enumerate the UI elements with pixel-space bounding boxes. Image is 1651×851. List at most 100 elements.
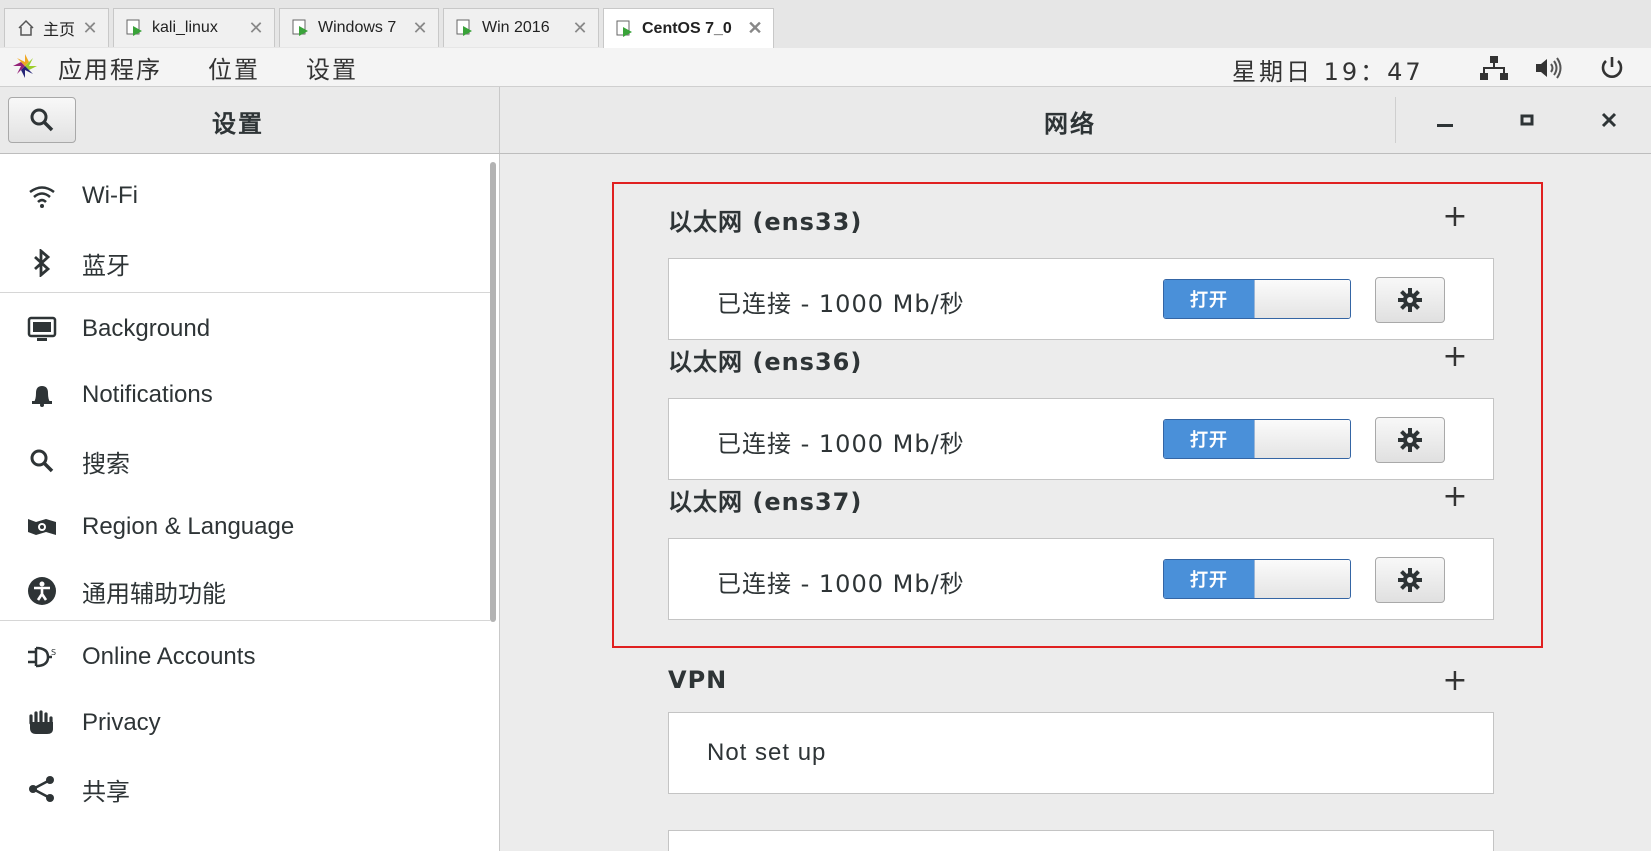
close-icon[interactable]: ✕ [410, 18, 430, 39]
vm-icon [124, 17, 146, 39]
gear-icon [1398, 288, 1422, 312]
tab-windows-7[interactable]: Windows 7 ✕ [279, 8, 439, 47]
centos-logo-icon[interactable] [10, 51, 42, 83]
ethernet-ens33-row: 已连接 - 1000 Mb/秒 打开 [668, 258, 1494, 340]
ethernet-ens33-settings-button[interactable] [1375, 277, 1445, 323]
ethernet-ens37-toggle[interactable]: 打开 [1163, 559, 1351, 599]
network-wired-icon[interactable] [1479, 54, 1509, 82]
bluetooth-icon [22, 247, 62, 279]
ethernet-ens33-toggle[interactable]: 打开 [1163, 279, 1351, 319]
online-accounts-icon: S [22, 641, 62, 673]
ethernet-ens36-settings-button[interactable] [1375, 417, 1445, 463]
sidebar-item-label: 共享 [82, 778, 130, 806]
ethernet-ens36-row: 已连接 - 1000 Mb/秒 打开 [668, 398, 1494, 480]
vm-icon [290, 17, 312, 39]
menu-places[interactable]: 位置 [208, 50, 260, 85]
background-icon [22, 313, 62, 345]
gear-icon [1398, 568, 1422, 592]
sidebar-item-background[interactable]: Background [0, 298, 490, 360]
clock[interactable]: 星期日 19：47 [1232, 52, 1424, 87]
home-icon [15, 17, 37, 39]
tab-home[interactable]: 主页 ✕ [4, 8, 109, 47]
ethernet-ens37-row: 已连接 - 1000 Mb/秒 打开 [668, 538, 1494, 620]
sidebar-item-label: Notifications [82, 381, 213, 408]
close-icon[interactable]: ✕ [745, 18, 765, 39]
close-icon[interactable]: ✕ [80, 18, 100, 39]
sidebar-divider [0, 292, 490, 293]
sidebar-item-label: 通用辅助功能 [82, 580, 226, 608]
tab-label: Win 2016 [482, 19, 550, 36]
sidebar-item-label: Privacy [82, 709, 161, 736]
svg-text:S: S [51, 648, 56, 657]
ethernet-ens36-title: 以太网 (ens36) [668, 348, 863, 376]
tab-label: Windows 7 [318, 19, 397, 36]
sidebar-item-privacy[interactable]: Privacy [0, 692, 490, 754]
header-separator [1395, 97, 1396, 143]
sidebar-item-accessibility[interactable]: 通用辅助功能 [0, 560, 490, 622]
bell-icon [22, 379, 62, 411]
vm-icon [454, 17, 476, 39]
add-connection-button[interactable]: + [1440, 482, 1470, 512]
sidebar-item-label: Region & Language [82, 513, 295, 540]
gear-icon [1398, 428, 1422, 452]
sidebar-scrollbar[interactable] [490, 162, 496, 622]
add-connection-button[interactable]: + [1440, 202, 1470, 232]
close-icon[interactable]: ✕ [570, 18, 590, 39]
settings-title: 设置 [212, 110, 264, 138]
sidebar-item-wifi[interactable]: Wi-Fi [0, 165, 490, 227]
toggle-knob [1254, 560, 1350, 598]
toggle-on-label: 打开 [1164, 420, 1254, 458]
ethernet-ens37-settings-button[interactable] [1375, 557, 1445, 603]
sidebar-item-label: Background [82, 315, 211, 342]
tab-win-2016[interactable]: Win 2016 ✕ [443, 8, 599, 47]
sidebar-item-label: 蓝牙 [82, 252, 130, 280]
vpn-status: Not set up [707, 739, 827, 766]
sidebar-item-online-accounts[interactable]: S Online Accounts [0, 626, 490, 688]
network-panel: 以太网 (ens33) + 已连接 - 1000 Mb/秒 打开 以太网 (en… [500, 154, 1651, 851]
add-vpn-button[interactable]: + [1440, 666, 1470, 696]
tab-label: CentOS 7_0 [642, 19, 732, 37]
power-icon[interactable] [1597, 54, 1627, 82]
add-connection-button[interactable]: + [1440, 342, 1470, 372]
close-button[interactable] [1592, 103, 1626, 137]
sidebar-header: 设置 [0, 87, 500, 153]
ethernet-ens37-title: 以太网 (ens37) [668, 488, 863, 516]
share-icon [22, 773, 62, 805]
ethernet-ens33-title: 以太网 (ens33) [668, 208, 863, 236]
search-button[interactable] [8, 97, 76, 143]
toggle-knob [1254, 280, 1350, 318]
sidebar-item-search[interactable]: 搜索 [0, 430, 490, 492]
connection-status: 已连接 - 1000 Mb/秒 [717, 570, 965, 598]
sidebar-item-label: Online Accounts [82, 643, 256, 670]
tab-centos-7[interactable]: CentOS 7_0 ✕ [603, 8, 774, 48]
network-proxy-row[interactable] [668, 830, 1494, 851]
sidebar-item-notifications[interactable]: Notifications [0, 364, 490, 426]
wifi-icon [22, 180, 62, 212]
vpn-title: VPN [668, 666, 728, 694]
privacy-hand-icon [22, 707, 62, 739]
toggle-knob [1254, 420, 1350, 458]
maximize-button[interactable] [1510, 103, 1544, 137]
menu-applications[interactable]: 应用程序 [58, 50, 162, 85]
minimize-button[interactable] [1428, 103, 1462, 137]
menu-settings[interactable]: 设置 [306, 50, 358, 85]
sidebar-item-label: 搜索 [82, 450, 130, 478]
vpn-row: Not set up [668, 712, 1494, 794]
sidebar-item-label: Wi-Fi [82, 182, 138, 209]
volume-icon[interactable] [1534, 54, 1564, 82]
sidebar-item-region-language[interactable]: Region & Language [0, 496, 490, 558]
settings-sidebar: Wi-Fi 蓝牙 Background Notifications 搜索 Reg… [0, 154, 500, 851]
region-icon [22, 511, 62, 543]
vm-icon [614, 18, 636, 40]
tab-kali-linux[interactable]: kali_linux ✕ [113, 8, 275, 47]
sidebar-item-bluetooth[interactable]: 蓝牙 [0, 232, 490, 294]
settings-header-bar: 设置 网络 [0, 87, 1651, 154]
search-icon [30, 108, 54, 132]
sidebar-divider [0, 620, 490, 621]
sidebar-item-sharing[interactable]: 共享 [0, 758, 490, 820]
tab-label: 主页 [43, 22, 76, 39]
ethernet-ens36-toggle[interactable]: 打开 [1163, 419, 1351, 459]
connection-status: 已连接 - 1000 Mb/秒 [717, 290, 965, 318]
close-icon[interactable]: ✕ [246, 18, 266, 39]
page-title: 网络 [1044, 110, 1096, 138]
